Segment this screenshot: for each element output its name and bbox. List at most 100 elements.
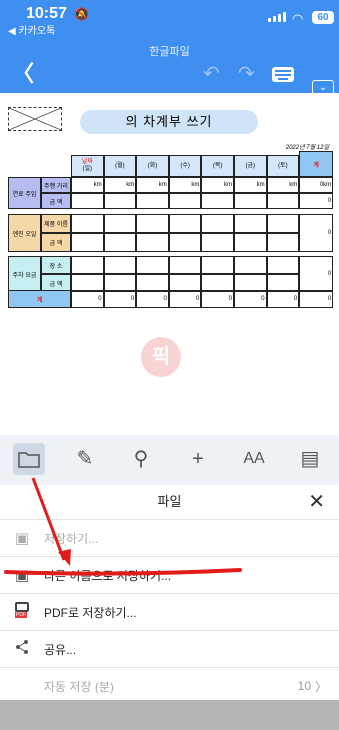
table-cell: km [201, 177, 234, 193]
document-date: 2022년 7월 12일 [285, 145, 329, 151]
table-cell [266, 214, 300, 233]
table-cell [266, 193, 300, 209]
mute-bell-icon: 🔕 [74, 7, 89, 21]
day-header: 날짜 (일) [71, 155, 104, 177]
day-header-top: 날짜 [81, 159, 93, 165]
table-cell: km [103, 177, 137, 193]
wifi-icon: ◠ [292, 11, 304, 26]
menu-item-label: PDF로 저장하기... [44, 605, 137, 620]
share-icon [0, 639, 44, 659]
font-size-icon[interactable]: AA [238, 443, 270, 475]
table-cell [201, 256, 234, 274]
top-app-bar: 10:57 🔕 ◀ 카카오톡 ◠ 60 한글파일 〈 ↶ ↷ ⌄ [0, 0, 339, 96]
bottom-toolbar: ✎ ⚲ + AA ▤ [0, 435, 339, 485]
redo-icon[interactable]: ↷ [238, 64, 255, 84]
table-cell: km [234, 177, 267, 193]
table-cell [234, 193, 267, 209]
image-placeholder [8, 107, 62, 131]
pdf-icon: PDF [0, 602, 44, 622]
fuel-sub2: 금 액 [41, 193, 71, 209]
table-cell [103, 233, 137, 252]
back-chevron-icon[interactable]: 〈 [12, 63, 34, 85]
table-cell: km [168, 177, 202, 193]
table-cell [201, 193, 234, 209]
table-cell: km [136, 177, 169, 193]
day-header-label: (화) [147, 162, 158, 169]
day-header-label: (월) [115, 162, 125, 169]
table-cell [71, 256, 104, 274]
sum-cell: 0 [201, 290, 234, 308]
day-header-label: (토) [278, 162, 288, 169]
park-label: 주차 요금 [8, 256, 41, 292]
day-header: (목) [201, 155, 234, 177]
oil-label: 엔진 오일 [8, 214, 41, 252]
plus-icon[interactable]: + [182, 443, 214, 475]
sum-cell: 0 [136, 290, 169, 308]
status-time: 10:57 [26, 5, 67, 22]
table-cell [136, 214, 169, 233]
fuel-label: 연료 주입 [8, 177, 41, 209]
close-icon[interactable]: ✕ [308, 488, 325, 516]
document-page[interactable]: 의 차계부 쓰기 2022년 7월 12일 날짜 (일) (월) (화) (수) (목) (… [0, 93, 339, 433]
sum-cell: 0 [299, 290, 334, 308]
day-header-label: (금) [245, 162, 256, 169]
menu-item-save-as[interactable]: ▣ 다른 이름으로 저장하기... [0, 556, 339, 593]
sum-cell: 0 [103, 290, 137, 308]
sum-cell: 0 [168, 290, 202, 308]
table-cell [201, 214, 234, 233]
park-sub1: 장 소 [41, 256, 71, 274]
oil-total: 0 [299, 214, 334, 252]
table-cell [266, 233, 300, 252]
menu-item-label: 다른 이름으로 저장하기... [44, 568, 172, 583]
menu-item-label: 자동 저장 (분) [44, 679, 114, 694]
sheet-title: 파일 [157, 494, 182, 509]
search-icon[interactable]: ⚲ [125, 443, 157, 475]
table-cell [168, 233, 202, 252]
day-header: (토) [266, 155, 300, 177]
table-cell [136, 193, 169, 209]
sum-cell: 0 [234, 290, 267, 308]
day-header: (금) [234, 155, 267, 177]
park-total: 0 [299, 256, 334, 292]
table-cell [103, 193, 137, 209]
day-header: (수) [168, 155, 202, 177]
table-cell [71, 214, 104, 233]
fuel-sub1: 주행 거리 [41, 177, 71, 193]
folder-icon[interactable] [13, 443, 45, 475]
menu-item-autosave[interactable]: 자동 저장 (분) 10 〉 [0, 667, 339, 704]
battery-indicator: 60 [312, 11, 334, 24]
menu-item-save[interactable]: ▣ 저장하기... [0, 519, 339, 556]
undo-icon[interactable]: ↶ [203, 64, 220, 84]
table-cell [71, 193, 104, 209]
keyboard-icon[interactable] [272, 67, 294, 82]
table-cell [136, 256, 169, 274]
pen-edit-icon[interactable]: ✎ [69, 443, 101, 475]
sum-cell: 0 [266, 290, 300, 308]
layout-icon[interactable]: ▤ [294, 443, 326, 475]
save-as-icon: ▣ [14, 567, 30, 584]
document-title: 의 차계부 쓰기 [80, 110, 258, 134]
back-to-app-link[interactable]: ◀ 카카오톡 [8, 22, 55, 37]
menu-item-label: 공유... [44, 642, 77, 657]
home-indicator-bar [0, 700, 339, 730]
table-cell [136, 233, 169, 252]
menu-item-save-pdf[interactable]: PDF PDF로 저장하기... [0, 593, 339, 630]
fuel-total-km: 0km [299, 177, 334, 193]
day-header: (화) [136, 155, 169, 177]
menu-item-share[interactable]: 공유... [0, 630, 339, 667]
autosave-value: 10 [297, 679, 311, 693]
oil-sub2: 금 액 [41, 233, 71, 252]
sum-cell: 0 [71, 290, 104, 308]
chevron-right-icon: 〉 [314, 679, 327, 694]
day-header: (월) [103, 155, 137, 177]
table-cell [103, 256, 137, 274]
menu-item-label: 저장하기... [44, 531, 99, 546]
table-cell [234, 256, 267, 274]
day-header-label: (수) [180, 162, 190, 169]
fuel-total-amount: 0 [299, 193, 334, 209]
total-header: 계 [299, 151, 334, 177]
table-cell [168, 256, 202, 274]
table-cell [266, 256, 300, 274]
oil-sub1: 제품 이름 [41, 214, 71, 233]
table-cell [201, 233, 234, 252]
